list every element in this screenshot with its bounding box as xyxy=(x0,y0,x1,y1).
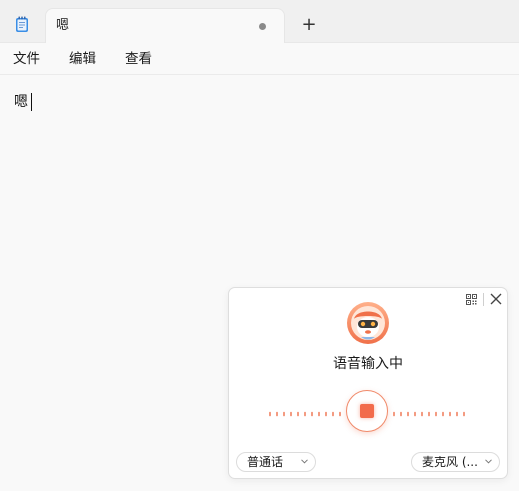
menu-item-edit[interactable]: 编辑 xyxy=(69,50,96,68)
audio-wave-right xyxy=(393,411,465,417)
voice-status-text: 语音输入中 xyxy=(333,356,403,372)
notepad-icon[interactable] xyxy=(15,16,29,32)
close-icon[interactable] xyxy=(490,293,502,305)
new-tab-button[interactable]: + xyxy=(300,16,318,34)
unsaved-dot-icon xyxy=(259,23,266,30)
divider xyxy=(483,293,484,306)
text-caret xyxy=(31,93,32,111)
qr-code-icon[interactable] xyxy=(466,294,477,305)
voice-input-panel: 语音输入中 普通话 麦克风 (... xyxy=(228,287,508,479)
tab-document[interactable]: 嗯 xyxy=(46,9,284,43)
microphone-select[interactable]: 麦克风 (... xyxy=(411,452,500,472)
tab-title: 嗯 xyxy=(56,18,70,33)
microphone-select-value: 麦克风 (... xyxy=(422,455,478,469)
editor-content[interactable]: 嗯 xyxy=(14,92,28,112)
language-select-value: 普通话 xyxy=(247,455,284,469)
stop-icon xyxy=(360,404,374,418)
stop-recording-button[interactable] xyxy=(346,390,388,432)
chevron-down-icon xyxy=(485,459,492,464)
menu-item-view[interactable]: 查看 xyxy=(125,50,152,68)
mascot-icon xyxy=(347,302,389,344)
menu-bar: 文件 编辑 查看 xyxy=(0,43,519,75)
chevron-down-icon xyxy=(301,459,308,464)
audio-wave-left xyxy=(269,411,341,417)
title-bar: 嗯 + xyxy=(0,0,519,43)
language-select[interactable]: 普通话 xyxy=(236,452,316,472)
menu-item-file[interactable]: 文件 xyxy=(13,50,40,68)
